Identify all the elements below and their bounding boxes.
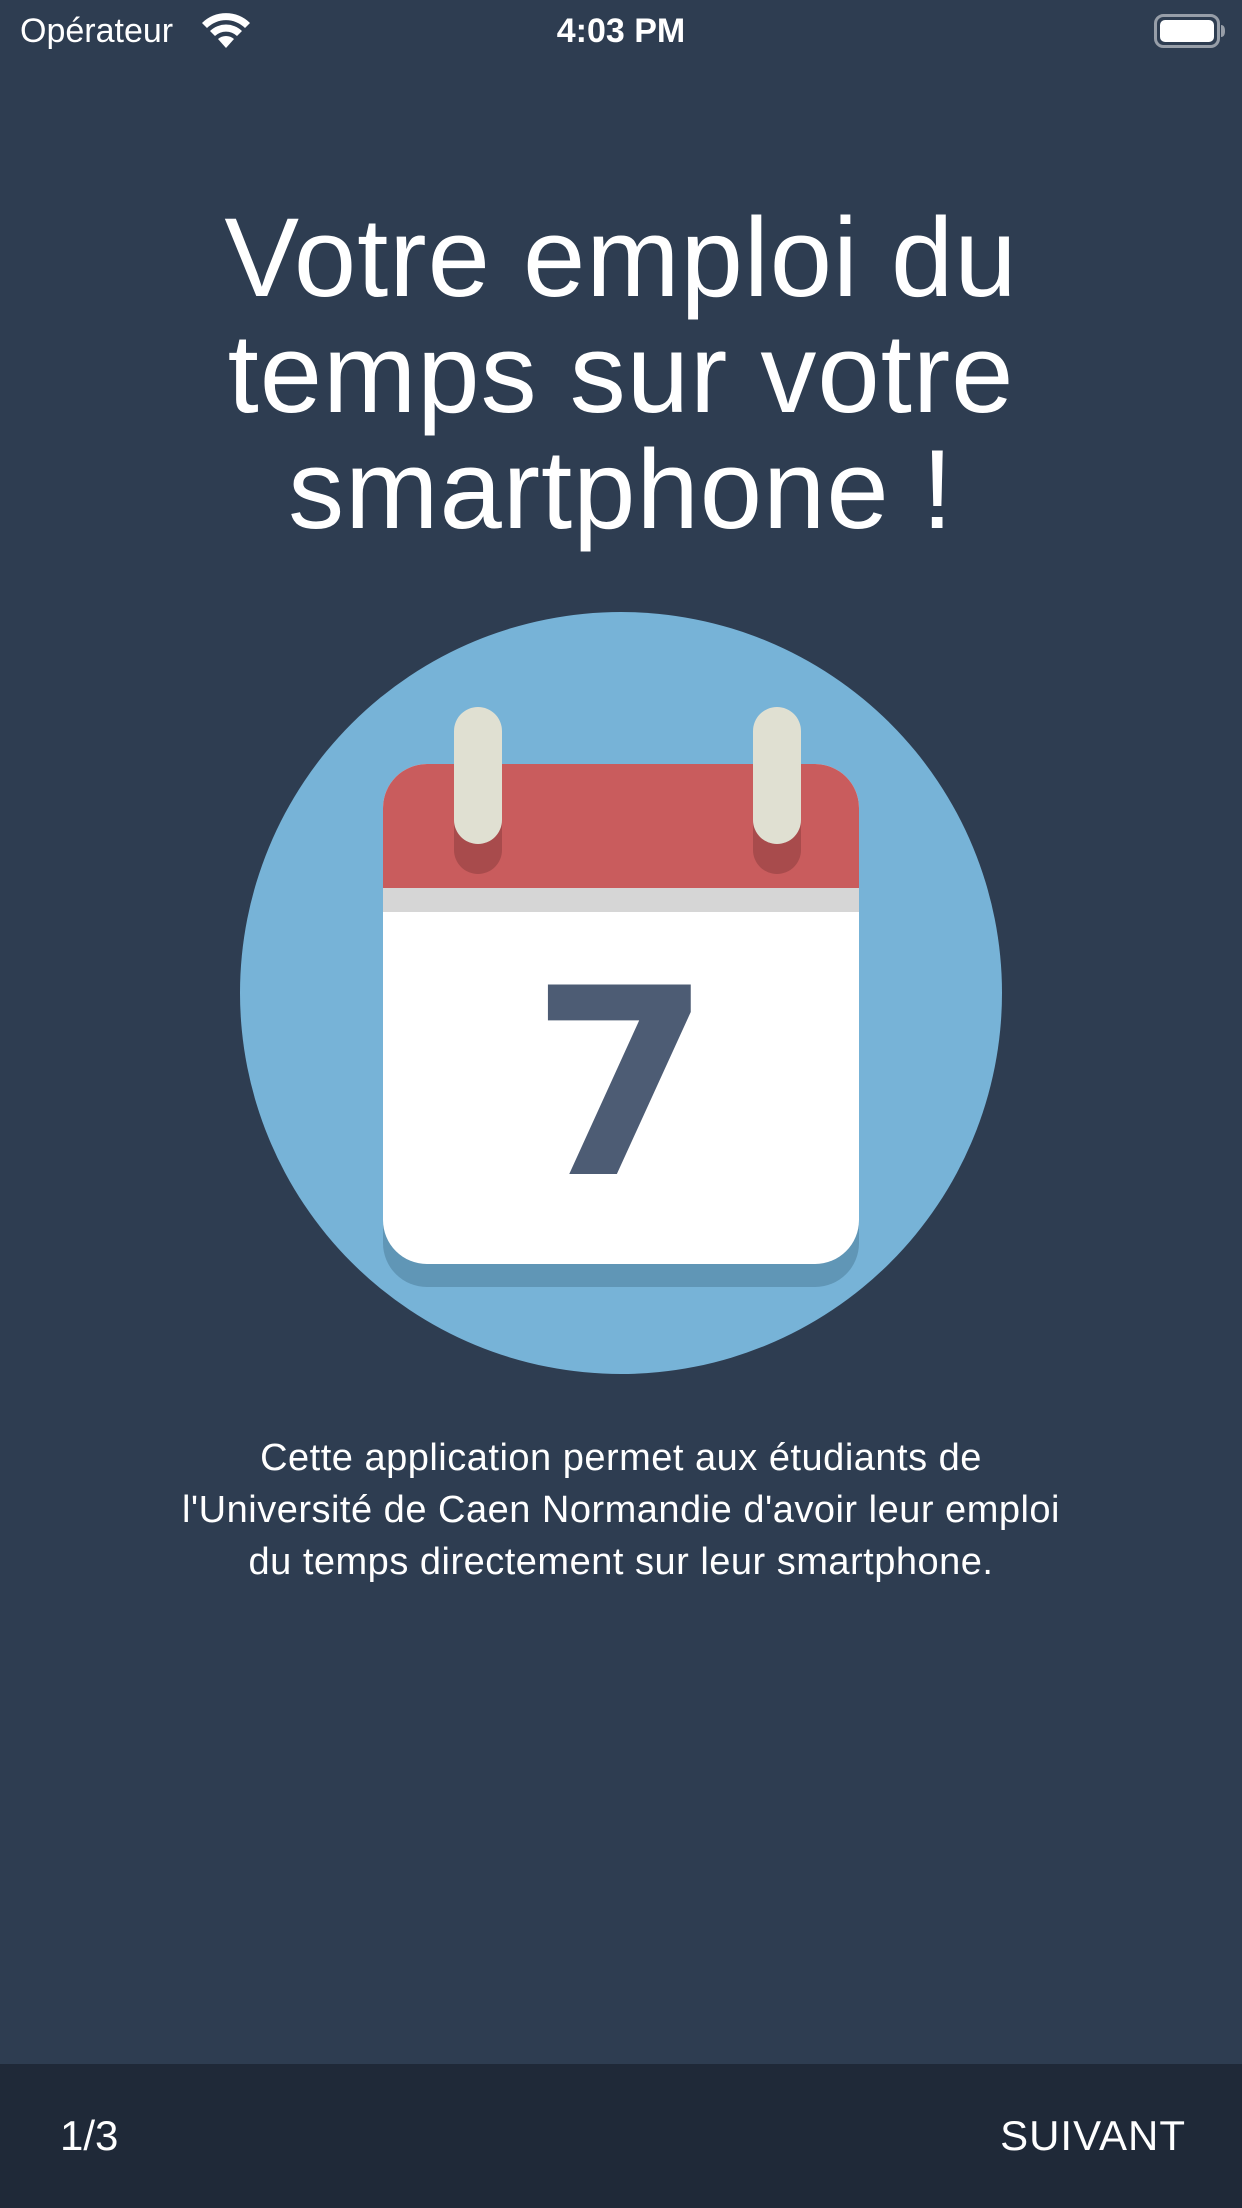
status-bar: Opérateur 4:03 PM	[0, 0, 1242, 62]
status-time: 4:03 PM	[556, 12, 686, 50]
next-button[interactable]: SUIVANT	[994, 2108, 1192, 2164]
onboarding-footer: 1/3 SUIVANT	[0, 2064, 1242, 2208]
page-indicator: 1/3	[60, 2112, 119, 2159]
onboarding-description: Cette application permet aux étudiants d…	[181, 1437, 1060, 1583]
calendar-icon: 7	[383, 707, 859, 1287]
calendar-illustration: 7	[240, 612, 1002, 1374]
battery-icon	[1154, 14, 1225, 48]
calendar-day-number: 7	[531, 934, 712, 1236]
onboarding-title: Votre emploi du temps sur votre smartpho…	[224, 195, 1018, 552]
